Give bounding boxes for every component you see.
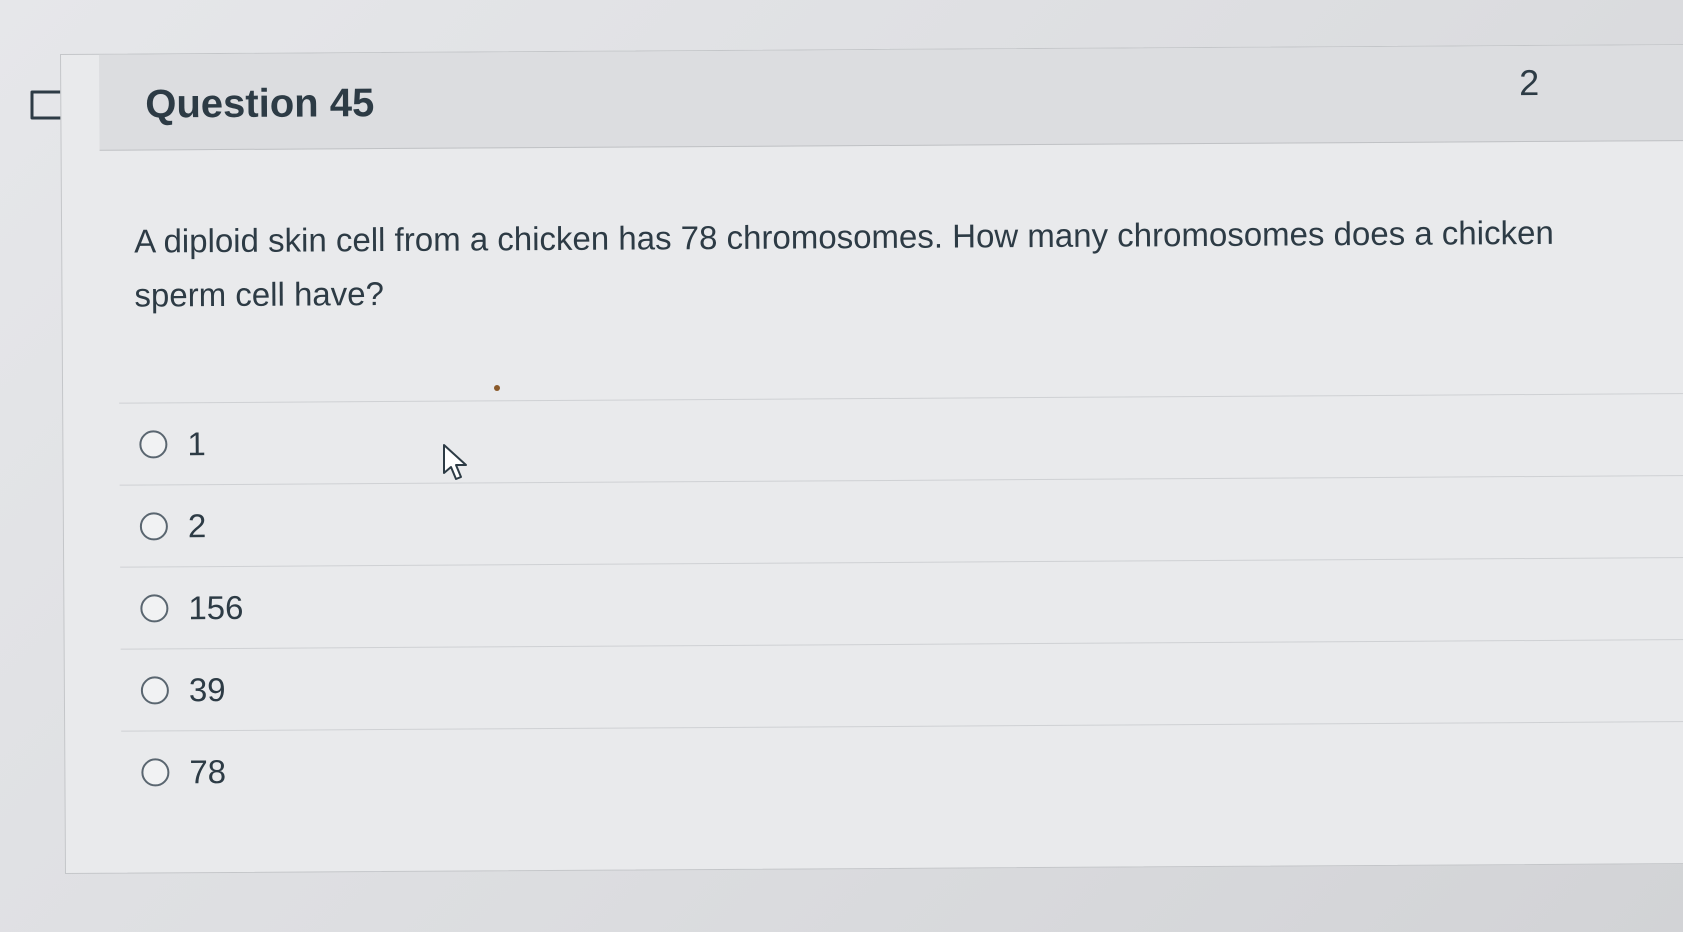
answer-option[interactable]: 78 bbox=[121, 722, 1683, 814]
answer-option[interactable]: 156 bbox=[120, 557, 1683, 650]
answer-list: 1 2 156 39 78 bbox=[119, 392, 1683, 814]
question-card: Question 45 2 A diploid skin cell from a… bbox=[60, 43, 1683, 874]
answer-label: 39 bbox=[188, 670, 226, 708]
radio-icon[interactable] bbox=[140, 675, 169, 705]
question-text: A diploid skin cell from a chicken has 7… bbox=[134, 213, 1554, 314]
answer-label: 78 bbox=[189, 752, 227, 791]
question-header: Question 45 2 bbox=[99, 44, 1683, 151]
radio-icon[interactable] bbox=[139, 429, 168, 459]
answer-label: 2 bbox=[187, 506, 207, 544]
mouse-pointer-icon bbox=[443, 444, 467, 480]
answer-label: 1 bbox=[187, 424, 206, 462]
answer-option[interactable]: 2 bbox=[119, 475, 1683, 568]
quiz-page: Question 45 2 A diploid skin cell from a… bbox=[0, 0, 1683, 932]
radio-icon[interactable] bbox=[141, 758, 170, 787]
answer-label: 156 bbox=[188, 588, 244, 626]
answer-option[interactable]: 1 bbox=[119, 393, 1683, 486]
question-title: Question 45 bbox=[145, 81, 375, 127]
question-points: 2 bbox=[1519, 61, 1540, 104]
answer-option[interactable]: 39 bbox=[120, 639, 1683, 732]
radio-icon[interactable] bbox=[140, 593, 169, 623]
radio-icon[interactable] bbox=[139, 511, 168, 541]
dust-speck bbox=[494, 385, 500, 391]
